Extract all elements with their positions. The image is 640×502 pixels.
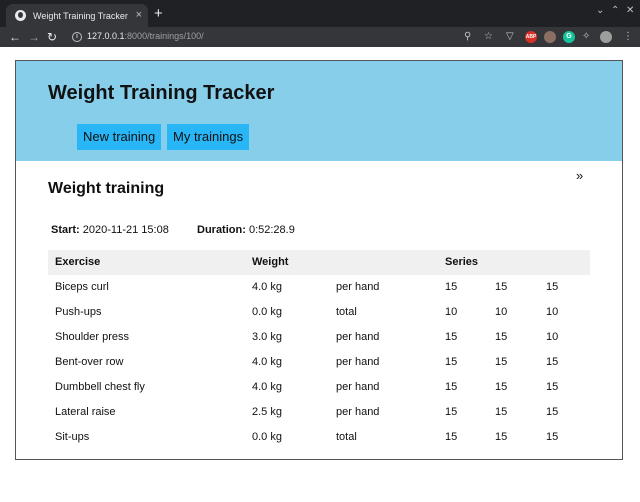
browser-tab[interactable]: Weight Training Tracker × bbox=[6, 4, 148, 27]
weight-cell: 3.0 kg bbox=[252, 331, 282, 343]
nav-new-training[interactable]: New training bbox=[77, 124, 162, 150]
series-3-cell: 15 bbox=[546, 281, 559, 293]
weight-cell: 0.0 kg bbox=[252, 431, 282, 443]
table-row: Shoulder press 3.0 kg per hand 15 15 10 bbox=[48, 325, 590, 350]
back-icon[interactable]: ← bbox=[9, 29, 21, 45]
series-3-cell: 15 bbox=[546, 431, 559, 443]
exercise-cell: Sit-ups bbox=[55, 431, 90, 443]
weight-unit-cell: total bbox=[336, 306, 357, 318]
table-row: Sit-ups 0.0 kg total 15 15 15 bbox=[48, 425, 590, 450]
tab-search-icon[interactable]: ⌄ bbox=[596, 5, 604, 17]
weight-cell: 0.0 kg bbox=[252, 306, 282, 318]
training-start: Start: 2020-11-21 15:08 bbox=[51, 224, 169, 236]
close-window-icon[interactable]: ✕ bbox=[626, 5, 634, 17]
series-2-cell: 15 bbox=[495, 331, 508, 343]
pocket-icon[interactable]: ▽ bbox=[506, 30, 514, 44]
series-1-cell: 15 bbox=[445, 381, 458, 393]
weight-cell: 4.0 kg bbox=[252, 356, 282, 368]
browser-toolbar: ← → ↻ i 127.0.0.1:8000/trainings/100/ ⚲ … bbox=[0, 27, 640, 47]
series-1-cell: 15 bbox=[445, 356, 458, 368]
exercise-cell: Bent-over row bbox=[55, 356, 124, 368]
header-weight: Weight bbox=[252, 256, 289, 268]
profile-icon[interactable] bbox=[600, 31, 612, 43]
weight-cell: 4.0 kg bbox=[252, 381, 282, 393]
training-duration: Duration: 0:52:28.9 bbox=[197, 224, 295, 236]
weight-unit-cell: per hand bbox=[336, 281, 380, 293]
series-3-cell: 15 bbox=[546, 381, 559, 393]
exercise-cell: Biceps curl bbox=[55, 281, 109, 293]
address-bar[interactable]: i 127.0.0.1:8000/trainings/100/ ⚲ ☆ bbox=[62, 27, 510, 47]
zoom-icon[interactable]: ⚲ bbox=[464, 30, 471, 44]
series-3-cell: 15 bbox=[546, 356, 559, 368]
puzzle-icon[interactable]: ✧ bbox=[582, 30, 590, 44]
series-2-cell: 15 bbox=[495, 431, 508, 443]
forward-icon[interactable]: → bbox=[28, 29, 40, 45]
header-exercise: Exercise bbox=[55, 256, 101, 268]
exercise-cell: Push-ups bbox=[55, 306, 102, 318]
series-2-cell: 15 bbox=[495, 281, 508, 293]
series-1-cell: 15 bbox=[445, 431, 458, 443]
site-title: Weight Training Tracker bbox=[48, 82, 275, 104]
tab-bar: Weight Training Tracker × + ⌄ ⌃ ✕ bbox=[0, 0, 640, 27]
weight-unit-cell: total bbox=[336, 431, 357, 443]
menu-icon[interactable]: ⋮ bbox=[623, 30, 633, 44]
series-1-cell: 15 bbox=[445, 281, 458, 293]
tab-title: Weight Training Tracker bbox=[33, 10, 128, 21]
scrollbar[interactable] bbox=[630, 47, 640, 502]
header-series: Series bbox=[445, 256, 479, 268]
url-text: 127.0.0.1:8000/trainings/100/ bbox=[87, 31, 204, 41]
exercise-table: Exercise Weight Series Biceps curl 4.0 kg… bbox=[48, 250, 590, 450]
info-icon[interactable]: i bbox=[72, 32, 82, 42]
series-1-cell: 10 bbox=[445, 306, 458, 318]
extension-icon[interactable] bbox=[544, 31, 556, 43]
table-body: Biceps curl 4.0 kg per hand 15 15 15 Push-ups 0… bbox=[48, 275, 590, 450]
page-container: Weight Training Tracker New training My … bbox=[15, 60, 623, 460]
series-1-cell: 15 bbox=[445, 331, 458, 343]
minimize-icon[interactable]: ⌃ bbox=[611, 5, 619, 17]
weight-unit-cell: per hand bbox=[336, 406, 380, 418]
globe-icon bbox=[15, 10, 26, 21]
star-icon[interactable]: ☆ bbox=[484, 30, 493, 44]
table-row: Biceps curl 4.0 kg per hand 15 15 15 bbox=[48, 275, 590, 300]
series-2-cell: 15 bbox=[495, 356, 508, 368]
close-tab-icon[interactable]: × bbox=[136, 8, 142, 22]
series-3-cell: 10 bbox=[546, 331, 559, 343]
grammarly-icon[interactable]: G bbox=[563, 31, 575, 43]
page-viewport: Weight Training Tracker New training My … bbox=[0, 47, 640, 502]
table-row: Bent-over row 4.0 kg per hand 15 15 15 bbox=[48, 350, 590, 375]
series-3-cell: 15 bbox=[546, 406, 559, 418]
weight-cell: 4.0 kg bbox=[252, 281, 282, 293]
site-header: Weight Training Tracker New training My … bbox=[16, 61, 622, 161]
weight-unit-cell: per hand bbox=[336, 381, 380, 393]
series-1-cell: 15 bbox=[445, 406, 458, 418]
series-2-cell: 15 bbox=[495, 381, 508, 393]
weight-unit-cell: per hand bbox=[336, 331, 380, 343]
next-training-link[interactable]: » bbox=[576, 168, 583, 183]
series-2-cell: 10 bbox=[495, 306, 508, 318]
exercise-cell: Dumbbell chest fly bbox=[55, 381, 145, 393]
training-title: Weight training bbox=[48, 180, 165, 197]
table-header: Exercise Weight Series bbox=[48, 250, 590, 275]
new-tab-icon[interactable]: + bbox=[154, 6, 163, 22]
weight-unit-cell: per hand bbox=[336, 356, 380, 368]
exercise-cell: Shoulder press bbox=[55, 331, 129, 343]
nav-my-trainings[interactable]: My trainings bbox=[167, 124, 250, 150]
weight-cell: 2.5 kg bbox=[252, 406, 282, 418]
table-row: Dumbbell chest fly 4.0 kg per hand 15 15 15 bbox=[48, 375, 590, 400]
exercise-cell: Lateral raise bbox=[55, 406, 116, 418]
series-2-cell: 15 bbox=[495, 406, 508, 418]
adblock-icon[interactable]: ABP bbox=[525, 31, 537, 43]
table-row: Lateral raise 2.5 kg per hand 15 15 15 bbox=[48, 400, 590, 425]
table-row: Push-ups 0.0 kg total 10 10 10 bbox=[48, 300, 590, 325]
series-3-cell: 10 bbox=[546, 306, 559, 318]
reload-icon[interactable]: ↻ bbox=[47, 29, 57, 45]
